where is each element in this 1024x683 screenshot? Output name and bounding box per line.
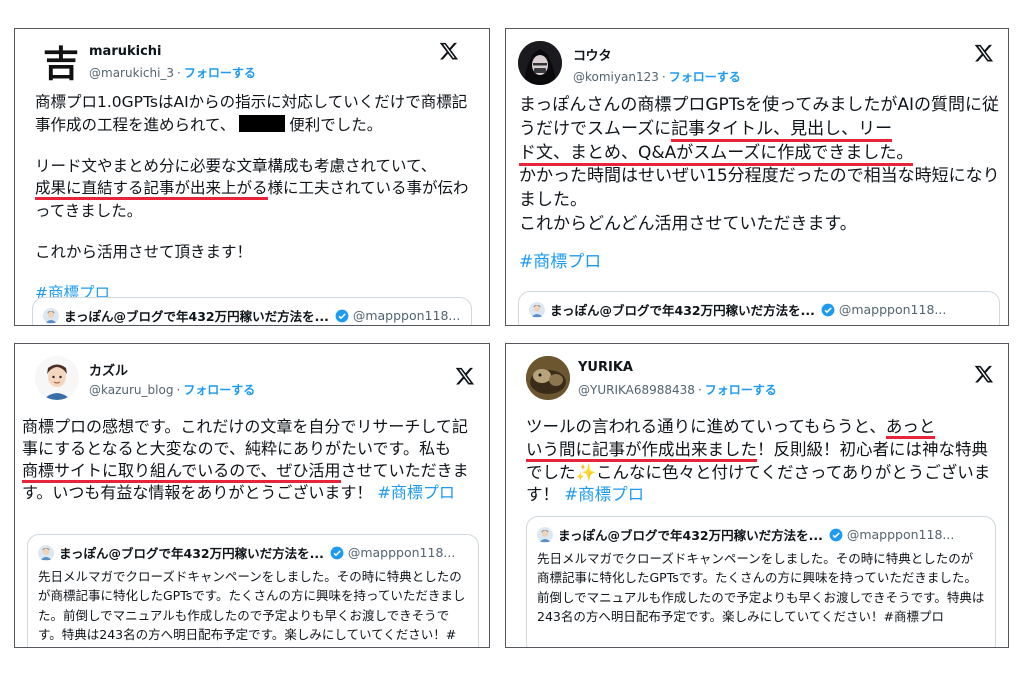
sparkles-icon: ✨ <box>575 462 597 482</box>
avatar[interactable] <box>518 41 562 85</box>
highlighted-text: 記事タイトル、見出し、リー <box>671 118 893 142</box>
hashtag-link[interactable]: #商標プロ <box>564 485 644 504</box>
author-handle[interactable]: @kazuru_blog <box>89 383 173 397</box>
tweet-text-line: リード文やまとめ分に必要な文章構成も考慮されていて、 <box>35 156 437 175</box>
follow-button[interactable]: フォローする <box>184 66 256 80</box>
highlighted-text: いう間に記事が作成出来ました <box>526 439 757 462</box>
avatar-illustration <box>518 41 562 85</box>
highlighted-text: ド文、まとめ、Q&Aがスムーズに作成できました。 <box>519 142 914 166</box>
author-handle[interactable]: @marukichi_3 <box>89 66 174 80</box>
follow-button[interactable]: フォローする <box>183 383 255 397</box>
quoted-tweet[interactable]: まっぽん@ブログで年432万円稼いだ方法を... @mapppon118... <box>518 291 1000 325</box>
tweet-card-kazuru[interactable]: カズル @kazuru_blog · フォローする 商標プロの感想です。これだけの文… <box>14 343 490 648</box>
x-logo-icon[interactable] <box>974 43 994 63</box>
x-logo-icon[interactable] <box>439 41 459 61</box>
tweet-text-line: 商標プロの感想です。これだけの文章を自分でリサーチして記事にするとなると大変なの… <box>22 417 468 459</box>
x-logo-icon[interactable] <box>974 364 994 384</box>
follow-button[interactable]: フォローする <box>669 70 741 84</box>
quoted-author-name: まっぽん@ブログで年432万円稼いだ方法を... <box>550 303 815 318</box>
tweet-card-kouta[interactable]: コウタ @komiyan123 · フォローする まっぽんさんの商標プロGPTsを使… <box>505 28 1009 326</box>
tweet-header: コウタ @komiyan123 · フォローする <box>506 29 1008 99</box>
tweet-text-line: ツールの言われる通りに進めていってもらうと、 <box>526 417 886 436</box>
quoted-tweet-header: まっぽん@ブログで年432万円稼いだ方法を... @mapppon118... <box>529 300 946 319</box>
quoted-tweet[interactable]: まっぽん@ブログで年432万円稼いだ方法を... @mapppon118... … <box>526 516 996 647</box>
quoted-author-handle: @mapppon118... <box>838 302 947 317</box>
quoted-author-name: まっぽん@ブログで年432万円稼いだ方法を... <box>558 528 823 543</box>
tweet-card-marukichi[interactable]: 吉 marukichi @marukichi_3 · フォローする 商標プロ1.0G… <box>14 28 490 326</box>
redacted-block <box>239 114 286 132</box>
quoted-author-handle: @mapppon118... <box>352 308 461 323</box>
quoted-avatar <box>43 307 59 324</box>
quoted-tweet-header: まっぽん@ブログで年432万円稼いだ方法を... @mapppon118... <box>43 306 460 325</box>
avatar-illustration <box>35 356 79 400</box>
tweet-text: 商標プロの感想です。これだけの文章を自分でリサーチして記事にするとなると大変なの… <box>22 416 482 504</box>
quoted-tweet-header: まっぽん@ブログで年432万円稼いだ方法を... @mapppon118... <box>537 525 954 544</box>
tweet-text: ツールの言われる通りに進めていってもらうと、あっという間に記事が作成出来ました！… <box>526 416 1002 507</box>
hashtag-link[interactable]: #商標プロ <box>378 483 455 502</box>
tweet-header: YURIKA @YURIKA68988438 · フォローする <box>506 344 1008 414</box>
quoted-tweet-text: 先日メルマガでクローズドキャンペーンをしました。その時に特典としたのが商標記事に… <box>38 569 466 647</box>
handle-line: @kazuru_blog · フォローする <box>89 383 256 397</box>
quoted-avatar <box>537 526 553 543</box>
highlighted-text: 成果に直結する記事が出来上がる <box>35 179 268 201</box>
handle-line: @marukichi_3 · フォローする <box>89 66 256 80</box>
verified-badge-icon <box>829 528 843 541</box>
author-handle[interactable]: @komiyan123 <box>573 70 659 84</box>
quoted-tweet-header: まっぽん@ブログで年432万円稼いだ方法を... @mapppon118... <box>38 543 455 562</box>
avatar[interactable] <box>526 356 570 400</box>
quoted-author-name: まっぽん@ブログで年432万円稼いだ方法を... <box>59 546 324 561</box>
tweet-text-line: これからどんどん活用させていただきます。 <box>519 213 857 234</box>
highlighted-text: あっと <box>885 417 936 439</box>
tweet-card-yurika[interactable]: YURIKA @YURIKA68988438 · フォローする ツールの言われる通り… <box>505 343 1009 648</box>
avatar-glyph: 吉 <box>42 43 79 85</box>
handle-line: @komiyan123 · フォローする <box>573 70 741 84</box>
tweet-text-line: これから活用させて頂きます！ <box>35 242 253 261</box>
quoted-avatar <box>529 301 545 318</box>
handle-line: @YURIKA68988438 · フォローする <box>578 383 777 397</box>
tweet-text-line: かかった時間はせいぜい15分程度だったので相当な時短になりました。 <box>519 166 1000 211</box>
avatar-illustration <box>526 356 570 400</box>
author-name[interactable]: コウタ <box>573 45 611 64</box>
tweet-text: まっぽんさんの商標プロGPTsを使ってみましたがAIの質問に従うだけでスムーズに… <box>519 94 1004 275</box>
hashtag-link[interactable]: #商標プロ <box>519 251 1004 275</box>
tweet-text: 商標プロ1.0GPTsはAIからの指示に対応していくだけで商標記事作成の工程を進… <box>35 91 475 304</box>
author-handle[interactable]: @YURIKA68988438 <box>578 383 695 397</box>
quoted-tweet[interactable]: まっぽん@ブログで年432万円稼いだ方法を... @mapppon118... … <box>27 534 479 647</box>
quoted-author-handle: @mapppon118... <box>846 527 955 542</box>
highlighted-text: 商標サイトに取り組んでいるので、ぜひ活用 <box>22 461 341 484</box>
quoted-author-name: まっぽん@ブログで年432万円稼いだ方法を... <box>64 309 329 324</box>
author-name[interactable]: カズル <box>89 360 128 379</box>
author-name[interactable]: YURIKA <box>578 360 633 375</box>
author-name[interactable]: marukichi <box>89 44 162 59</box>
tweet-header: 吉 marukichi @marukichi_3 · フォローする <box>15 29 489 99</box>
quoted-tweet-text: 先日メルマガでクローズドキャンペーンをしました。その時に特典としたのが商標記事に… <box>537 551 985 625</box>
quoted-tweet[interactable]: まっぽん@ブログで年432万円稼いだ方法を... @mapppon118... <box>32 297 472 325</box>
tweet-header: カズル @kazuru_blog · フォローする <box>15 344 489 414</box>
avatar[interactable] <box>35 356 79 400</box>
tweet-text-line: 便利でした。 <box>289 115 383 134</box>
verified-badge-icon <box>330 546 344 559</box>
verified-badge-icon <box>335 309 349 322</box>
quoted-author-handle: @mapppon118... <box>347 545 456 560</box>
avatar[interactable]: 吉 <box>39 42 83 86</box>
verified-badge-icon <box>821 303 835 316</box>
x-logo-icon[interactable] <box>455 366 475 386</box>
quoted-avatar <box>38 544 54 561</box>
follow-button[interactable]: フォローする <box>705 383 777 397</box>
